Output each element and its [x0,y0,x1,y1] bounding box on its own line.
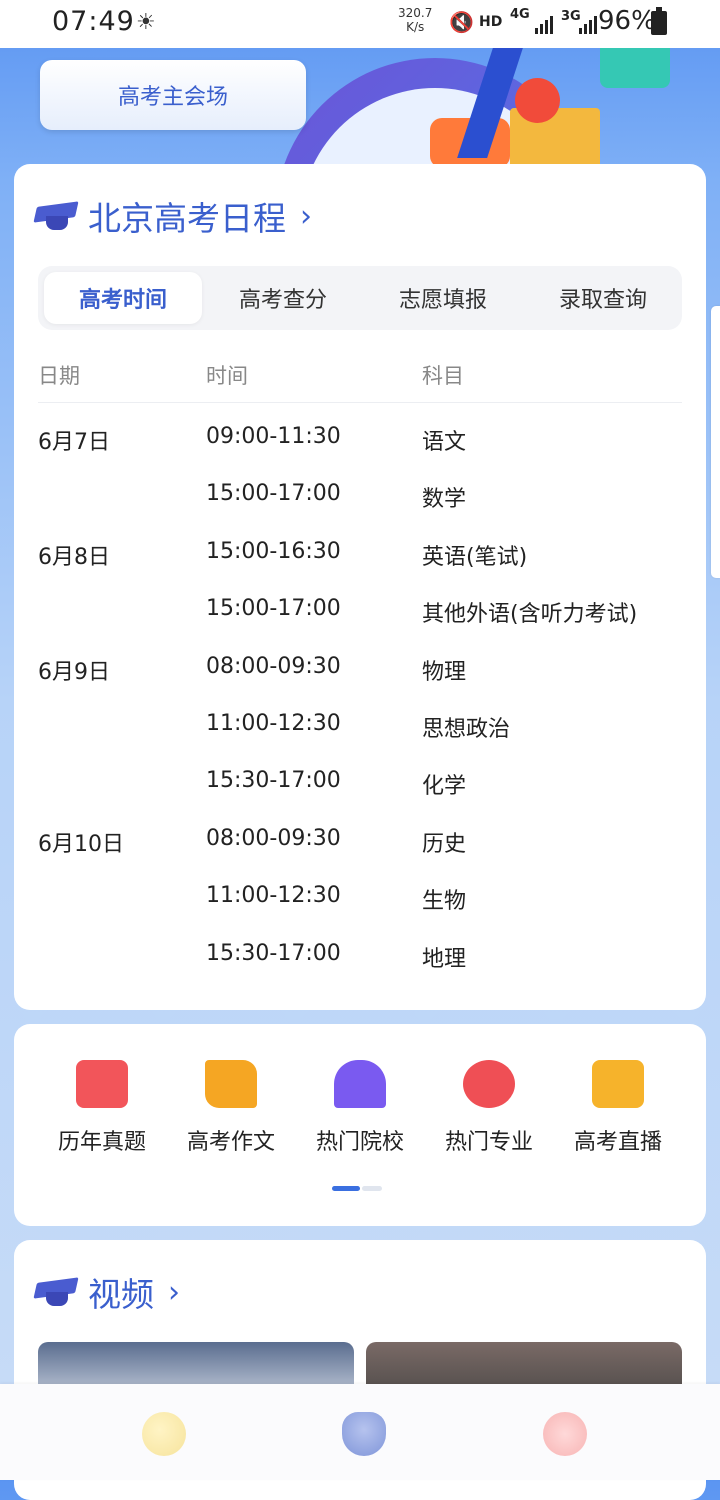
quick-link-essays[interactable]: 高考作文 [167,1060,295,1156]
table-row: 15:30-17:00 地理 [38,929,698,986]
quick-links-card: 历年真题 高考作文 热门院校 热门专业 高考直播 [14,1024,706,1226]
tab-admission-check[interactable]: 录取查询 [524,272,682,324]
column-header-subject: 科目 [422,364,464,388]
row-time: 11:00-12:30 [206,883,341,909]
book-icon [76,1060,128,1108]
row-time: 15:00-17:00 [206,596,341,622]
mute-icon: 🔇 [449,10,474,34]
table-row: 6月9日 08:00-09:30 物理 [38,642,698,699]
status-bar: 07:49 ☀ 320.7 K/s 🔇 HD 4G 3G 96% [0,0,720,48]
main-venue-button[interactable]: 高考主会场 [40,60,306,130]
row-time: 08:00-09:30 [206,825,341,851]
column-header-date: 日期 [38,364,80,388]
table-header: 日期 时间 科目 [38,356,682,403]
chevron-right-icon: › [300,198,312,234]
table-row: 11:00-12:30 思想政治 [38,699,698,756]
row-subject: 地理 [422,946,467,972]
row-time: 15:00-16:30 [206,538,341,564]
video-title-link[interactable]: 视频 › [36,1268,180,1316]
table-row: 6月8日 15:00-16:30 英语(笔试) [38,527,698,584]
row-time: 15:30-17:00 [206,768,341,794]
row-subject: 化学 [422,774,467,800]
page-indicator-inactive [362,1186,382,1191]
row-date: 6月7日 [38,430,110,455]
schedule-tabs: 高考时间 高考查分 志愿填报 录取查询 [38,266,682,330]
banner: 高考主会场 [0,48,720,174]
trend-up-icon [600,48,670,88]
row-date: 6月8日 [38,544,110,570]
quick-link-label: 高考作文 [186,1130,275,1155]
net-speed: 320.7 K/s [398,6,432,34]
schedule-table: 6月7日 09:00-11:30 语文 15:00-17:00 数学 6月8日 15:0… [38,412,698,986]
row-subject: 思想政治 [422,716,511,742]
quick-link-label: 历年真题 [57,1130,146,1155]
row-subject: 数学 [422,487,467,513]
row-subject: 物理 [422,659,467,685]
university-icon [334,1060,386,1108]
bag-icon[interactable] [342,1412,386,1456]
video-camera-icon [592,1060,644,1108]
row-subject: 语文 [422,430,467,455]
table-row: 6月7日 09:00-11:30 语文 [38,412,698,469]
tab-application[interactable]: 志愿填报 [364,272,522,324]
row-time: 15:30-17:00 [206,940,341,966]
row-time: 08:00-09:30 [206,653,341,679]
row-subject: 其他外语(含听力考试) [422,602,638,628]
row-date: 6月10日 [38,831,124,857]
table-row: 15:00-17:00 数学 [38,469,698,526]
signal-bars-icon [535,12,553,34]
paw-icon[interactable] [543,1412,587,1456]
row-subject: 生物 [422,889,467,915]
row-time: 15:00-17:00 [206,481,341,507]
table-row: 15:00-17:00 其他外语(含听力考试) [38,584,698,641]
tab-exam-time[interactable]: 高考时间 [44,272,202,324]
quick-link-label: 热门院校 [315,1130,404,1155]
moon-icon[interactable] [142,1412,186,1456]
signal-bars-icon [579,12,597,34]
award-ribbon-icon [463,1060,515,1108]
row-time: 09:00-11:30 [206,424,341,449]
table-row: 15:30-17:00 化学 [38,756,698,813]
column-header-time: 时间 [206,364,248,388]
schedule-card: 北京高考日程 › 高考时间 高考查分 志愿填报 录取查询 日期 时间 科目 6月… [14,164,706,1010]
tab-score-check[interactable]: 高考查分 [204,272,362,324]
net-speed-unit: K/s [406,20,425,34]
quick-link-past-papers[interactable]: 历年真题 [38,1060,166,1156]
row-subject: 英语(笔试) [422,544,528,570]
bottom-nav [0,1384,720,1480]
scroll-icon [205,1060,257,1108]
status-time: 07:49 [52,6,135,37]
table-row: 6月10日 08:00-09:30 历史 [38,814,698,871]
network-4g: 4G [510,7,530,22]
net-speed-value: 320.7 [398,6,433,20]
video-title: 视频 [88,1275,154,1314]
quick-link-majors[interactable]: 热门专业 [425,1060,553,1156]
page-indicator [332,1186,384,1191]
quick-link-live[interactable]: 高考直播 [554,1060,682,1156]
table-row: 11:00-12:30 生物 [38,871,698,928]
graduation-cap-icon [36,1272,76,1312]
schedule-title: 北京高考日程 [88,199,286,238]
row-subject: 历史 [422,831,467,857]
page-indicator-active [332,1186,360,1191]
hd-indicator: HD [479,14,503,30]
quick-link-label: 热门专业 [444,1130,533,1155]
schedule-title-link[interactable]: 北京高考日程 › [36,192,312,240]
battery-icon [651,7,667,35]
quick-link-label: 高考直播 [573,1130,662,1155]
battery-percent: 96% [598,6,656,36]
row-time: 11:00-12:30 [206,710,341,736]
sun-haze-icon: ☀ [136,10,156,35]
basketball-icon [515,78,560,123]
chevron-right-icon: › [168,1274,180,1310]
row-date: 6月9日 [38,659,110,685]
quick-link-universities[interactable]: 热门院校 [296,1060,424,1156]
network-3g: 3G [561,9,581,24]
scroll-indicator[interactable] [711,306,720,578]
graduation-cap-icon [36,196,76,236]
